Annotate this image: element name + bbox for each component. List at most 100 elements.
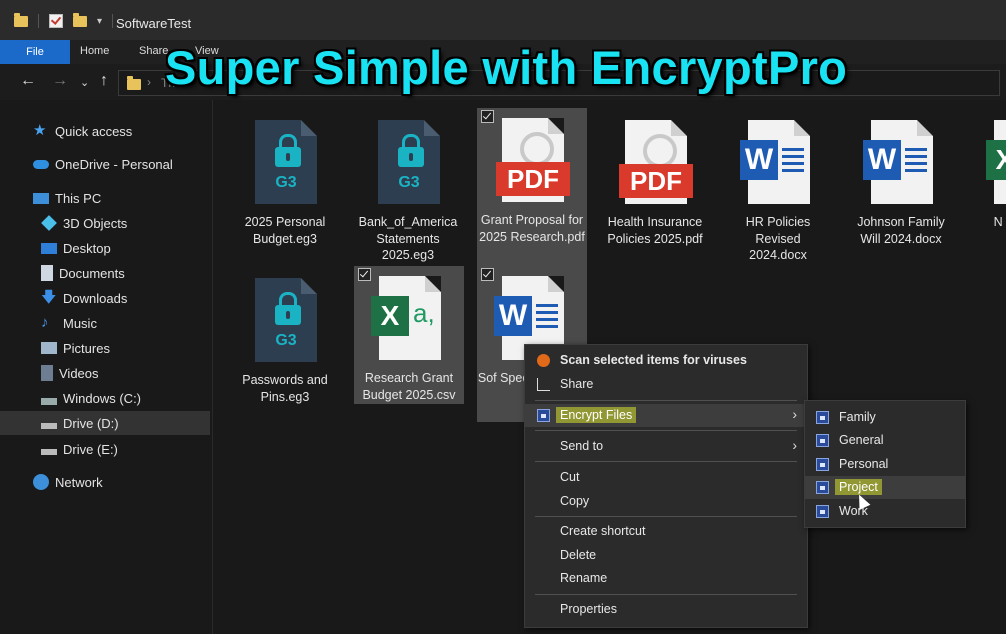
chevron-down-icon[interactable]: ⌄ — [80, 76, 89, 89]
file-item-selected[interactable]: PDF Grant Proposal for 2025 Research.pdf — [477, 108, 587, 266]
context-menu: Scan selected items for viruses Share En… — [524, 344, 808, 628]
word-badge: W — [740, 140, 778, 180]
sidebar-item-onedrive[interactable]: OneDrive - Personal — [0, 152, 210, 176]
pdf-badge: PDF — [619, 164, 693, 198]
submenu-item-personal[interactable]: Personal — [805, 453, 965, 476]
file-thumbnail: W — [738, 118, 818, 206]
up-arrow-icon[interactable]: ↑ — [100, 72, 108, 90]
pdf-badge: PDF — [496, 162, 570, 196]
g3-badge: G3 — [275, 174, 297, 191]
sidebar-item-label: Downloads — [63, 290, 128, 306]
back-arrow-icon[interactable]: ← — [20, 72, 36, 90]
file-item[interactable]: W HR Policies Revised 2024.docx — [723, 110, 833, 266]
desktop-icon — [41, 242, 57, 254]
tab-share[interactable]: Share — [139, 45, 168, 57]
sidebar-item-label: Desktop — [63, 240, 111, 256]
file-thumbnail: PDF — [615, 118, 695, 206]
file-name: Bank_of_America Statements 2025.eg3 — [358, 215, 458, 262]
sidebar-item-drive-e[interactable]: Drive (E:) — [0, 437, 210, 461]
menu-item-encrypt-files[interactable]: Encrypt Files › — [525, 404, 807, 427]
menu-item-scan[interactable]: Scan selected items for viruses — [525, 349, 807, 372]
menu-item-delete[interactable]: Delete — [525, 544, 807, 567]
chevron-right-icon: › — [792, 437, 797, 453]
sidebar-item-quick-access[interactable]: ★ Quick access — [0, 119, 210, 143]
menu-item-rename[interactable]: Rename — [525, 567, 807, 590]
submenu-item-general[interactable]: General — [805, 429, 965, 452]
menu-item-label: Share — [560, 377, 594, 391]
tab-file[interactable]: File — [0, 40, 70, 64]
file-thumbnail: G3 — [368, 118, 448, 206]
menu-item-cut[interactable]: Cut — [525, 466, 807, 489]
menu-separator — [535, 516, 797, 517]
word-file-icon: W — [740, 120, 810, 204]
encryptpro-lock-icon — [816, 411, 829, 424]
submenu-item-label: General — [839, 433, 884, 447]
excel-file-icon: X — [986, 120, 1006, 204]
file-name: 2025 Personal Budget.eg3 — [244, 215, 326, 246]
pdf-file-icon: PDF — [619, 120, 693, 204]
submenu-item-work[interactable]: Work — [805, 500, 965, 523]
sidebar-item-downloads[interactable]: 🡇 Downloads — [0, 286, 210, 310]
sidebar-item-3d-objects[interactable]: 3D Objects — [0, 211, 210, 235]
encryptpro-lock-icon — [537, 409, 550, 422]
file-item-partial[interactable]: X N E — [969, 110, 1006, 266]
file-item[interactable]: PDF Health Insurance Policies 2025.pdf — [600, 110, 710, 266]
antivirus-shield-icon — [537, 354, 550, 367]
submenu-item-label: Personal — [839, 457, 889, 471]
file-item[interactable]: G3 Passwords and Pins.eg3 — [230, 268, 340, 424]
sidebar-item-this-pc[interactable]: This PC — [0, 186, 210, 210]
sidebar-item-label: Drive (E:) — [63, 441, 118, 457]
network-icon — [33, 474, 49, 490]
sidebar-item-music[interactable]: ♪ Music — [0, 311, 210, 335]
word-file-icon: W — [863, 120, 933, 204]
file-item[interactable]: G3 2025 Personal Budget.eg3 — [230, 110, 340, 266]
file-item[interactable]: G3 Bank_of_America Statements 2025.eg3 — [353, 110, 463, 266]
drive-icon — [41, 449, 57, 455]
sidebar-item-drive-d[interactable]: Drive (D:) — [0, 411, 210, 435]
encrypt-files-submenu: Family General Personal Project Work — [804, 400, 966, 528]
submenu-item-family[interactable]: Family — [805, 406, 965, 429]
sidebar-item-documents[interactable]: Documents — [0, 261, 210, 285]
sidebar-item-pictures[interactable]: Pictures — [0, 336, 210, 360]
csv-file-icon: X a, — [371, 276, 441, 360]
forward-arrow-icon[interactable]: → — [52, 72, 68, 90]
menu-item-share[interactable]: Share — [525, 373, 807, 396]
file-name: Johnson Family Will 2024.docx — [857, 215, 945, 246]
menu-item-copy[interactable]: Copy — [525, 490, 807, 513]
submenu-item-project[interactable]: Project — [805, 476, 965, 499]
pane-divider[interactable] — [212, 100, 213, 634]
menu-item-properties[interactable]: Properties — [525, 598, 807, 621]
sidebar-item-network[interactable]: Network — [0, 470, 210, 494]
encryptpro-lock-icon — [816, 481, 829, 494]
drive-icon — [41, 397, 57, 405]
menu-item-label: Copy — [560, 494, 590, 508]
sidebar-item-label: Music — [63, 315, 97, 331]
menu-item-create-shortcut[interactable]: Create shortcut — [525, 520, 807, 543]
menu-item-label: Send to — [560, 439, 604, 453]
file-name: Research Grant Budget 2025.csv — [362, 371, 456, 402]
cloud-icon — [33, 159, 49, 169]
chevron-down-icon[interactable]: ▾ — [97, 16, 102, 27]
encrypted-file-icon: G3 — [255, 278, 317, 362]
sidebar-item-windows-c[interactable]: Windows (C:) — [0, 386, 210, 410]
new-folder-icon[interactable] — [73, 12, 87, 27]
file-name: N E — [993, 215, 1006, 229]
star-icon: ★ — [33, 122, 47, 139]
document-icon — [41, 265, 53, 281]
properties-check-icon[interactable] — [49, 14, 63, 28]
file-name: Grant Proposal for 2025 Research.pdf — [479, 213, 585, 244]
file-thumbnail: X — [984, 118, 1006, 206]
sidebar-item-videos[interactable]: Videos — [0, 361, 210, 385]
folder-icon[interactable] — [14, 12, 28, 27]
file-item[interactable]: W Johnson Family Will 2024.docx — [846, 110, 956, 266]
sidebar-item-desktop[interactable]: Desktop — [0, 236, 210, 260]
file-item-selected[interactable]: X a, Research Grant Budget 2025.csv — [354, 266, 464, 404]
menu-item-send-to[interactable]: Send to › — [525, 435, 807, 458]
sidebar-item-label: Windows (C:) — [63, 390, 142, 406]
drive-icon — [41, 423, 57, 429]
menu-separator — [535, 430, 797, 431]
tab-home[interactable]: Home — [80, 45, 109, 57]
file-thumbnail: PDF — [492, 116, 572, 204]
cube-icon — [41, 215, 57, 231]
toolbar-divider — [112, 14, 114, 28]
